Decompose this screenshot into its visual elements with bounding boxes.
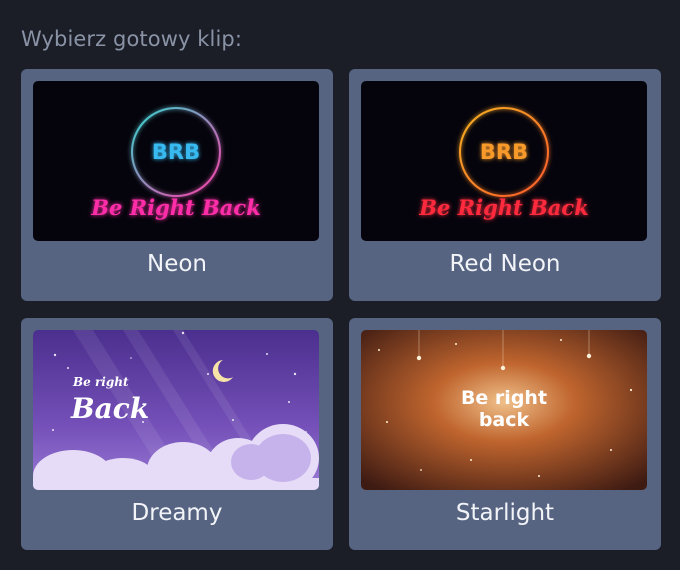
neon-badge-text: BRB (152, 140, 200, 164)
clip-card-starlight[interactable]: Be right back Starlight (349, 318, 661, 550)
clip-card-red-neon[interactable]: BRB Be Right Back Red Neon (349, 69, 661, 301)
starlight-caption-line1: Be right (461, 387, 547, 409)
red-neon-caption-text: Be Right Back (418, 195, 589, 220)
clip-card-dreamy[interactable]: Be right Back Dreamy (21, 318, 333, 550)
clip-label-dreamy: Dreamy (131, 500, 223, 526)
clip-thumbnail-neon: BRB Be Right Back (33, 81, 319, 241)
dreamy-caption-large: Back (70, 392, 149, 425)
clip-label-red-neon: Red Neon (449, 251, 561, 277)
clip-label-starlight: Starlight (455, 500, 555, 526)
clip-label-neon: Neon (146, 251, 207, 277)
red-neon-badge-text: BRB (480, 140, 528, 164)
clip-thumbnail-red-neon: BRB Be Right Back (361, 81, 647, 241)
page-heading: Wybierz gotowy klip: (21, 27, 243, 51)
neon-caption-text: Be Right Back (90, 195, 261, 220)
clip-card-neon[interactable]: BRB Be Right Back Neon (21, 69, 333, 301)
clip-thumbnail-starlight: Be right back (361, 330, 647, 490)
starlight-caption-line2: back (479, 409, 530, 431)
clip-thumbnail-dreamy: Be right Back (33, 330, 319, 490)
dreamy-caption-small: Be right (72, 375, 129, 389)
